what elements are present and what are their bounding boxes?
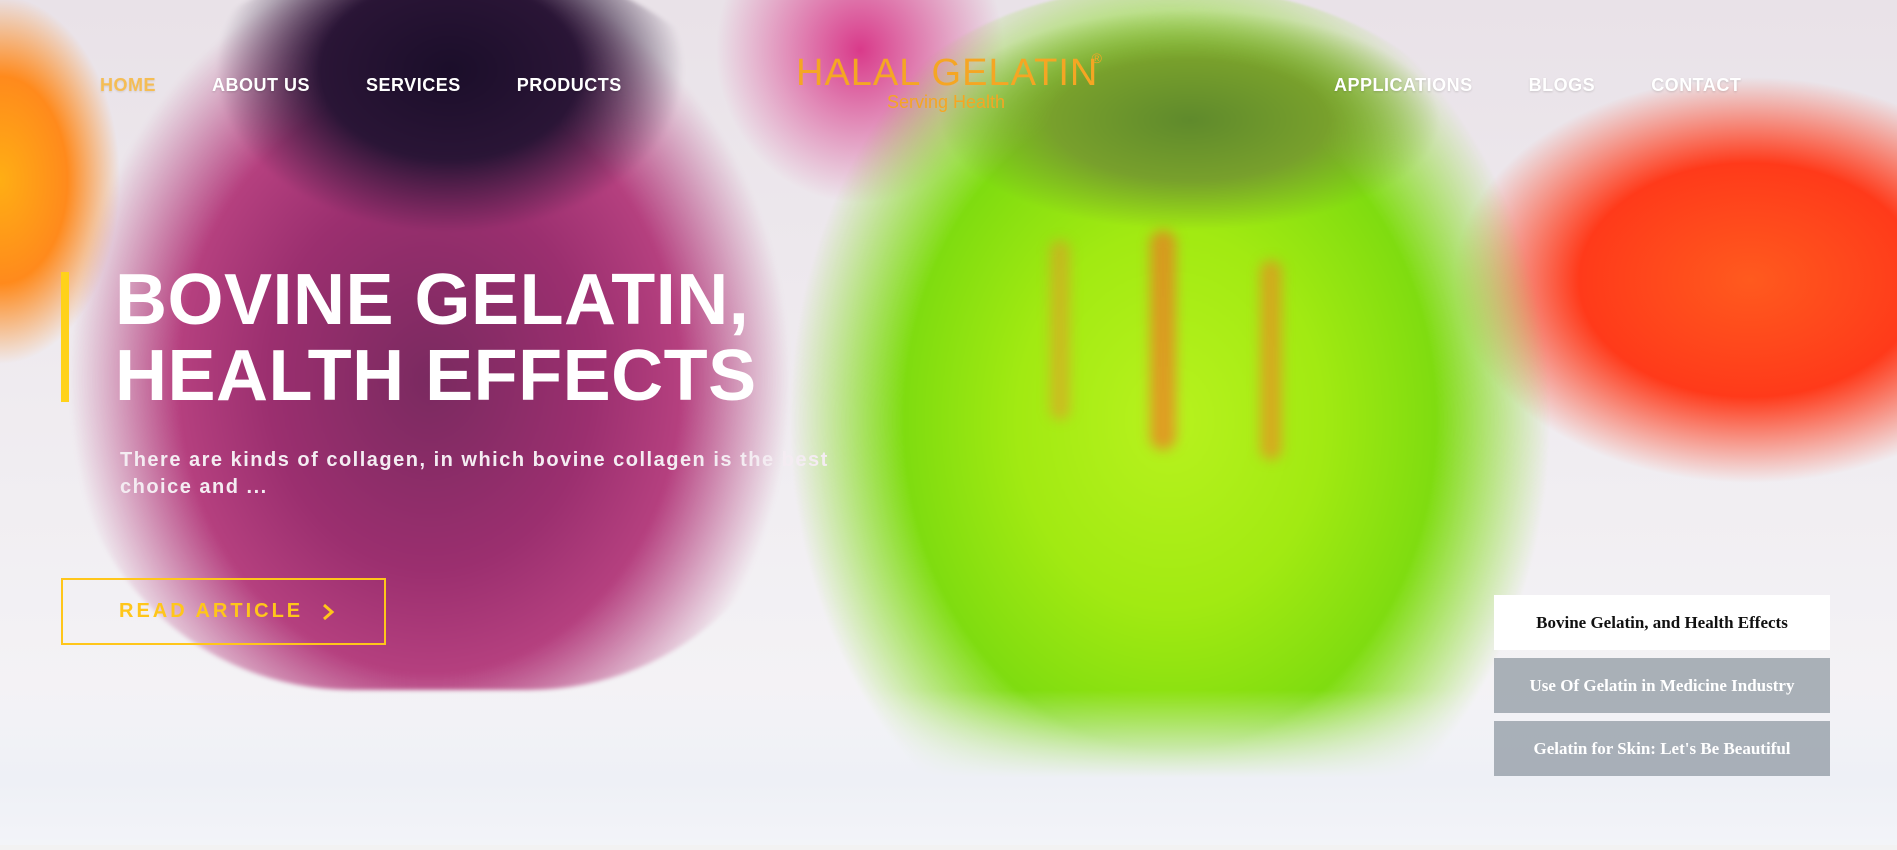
- logo-tagline: Serving Health: [886, 92, 1006, 112]
- hero-headline: BOVINE GELATIN, HEALTH EFFECTS: [115, 262, 875, 414]
- slide-item-gelatin-skin[interactable]: Gelatin for Skin: Let's Be Beautiful: [1494, 721, 1830, 776]
- article-slide-list: Bovine Gelatin, and Health Effects Use O…: [1494, 595, 1830, 784]
- nav-contact[interactable]: CONTACT: [1651, 75, 1741, 96]
- nav-products[interactable]: PRODUCTS: [517, 75, 622, 96]
- logo-wordmark: HALAL GELATIN: [796, 52, 1099, 94]
- nav-services[interactable]: SERVICES: [366, 75, 461, 96]
- slide-item-bovine-gelatin[interactable]: Bovine Gelatin, and Health Effects: [1494, 595, 1830, 650]
- main-nav-right: APPLICATIONS BLOGS CONTACT: [1334, 71, 1741, 99]
- chevron-right-icon: [321, 603, 335, 621]
- nav-blogs[interactable]: BLOGS: [1529, 75, 1596, 96]
- hero-image-highlight: [1050, 240, 1070, 420]
- nav-about-us[interactable]: ABOUT US: [212, 75, 310, 96]
- headline-accent-bar: [61, 272, 69, 402]
- site-logo[interactable]: HALAL GELATIN ® Serving Health: [796, 50, 1102, 128]
- hero-subtext: There are kinds of collagen, in which bo…: [120, 449, 829, 498]
- nav-applications[interactable]: APPLICATIONS: [1334, 75, 1473, 96]
- logo-registered-mark: ®: [1091, 50, 1102, 66]
- hero-headline-line-2: HEALTH EFFECTS: [115, 336, 757, 416]
- main-nav-left: HOME ABOUT US SERVICES PRODUCTS: [100, 71, 622, 99]
- read-article-label: READ ARTICLE: [119, 600, 304, 622]
- nav-home[interactable]: HOME: [100, 75, 156, 96]
- hero-headline-line-1: BOVINE GELATIN,: [115, 260, 750, 340]
- hero-image-highlight: [1260, 260, 1282, 460]
- read-article-button[interactable]: READ ARTICLE: [61, 578, 386, 645]
- slide-item-gelatin-medicine[interactable]: Use Of Gelatin in Medicine Industry: [1494, 658, 1830, 713]
- hero-image-highlight: [1150, 230, 1176, 450]
